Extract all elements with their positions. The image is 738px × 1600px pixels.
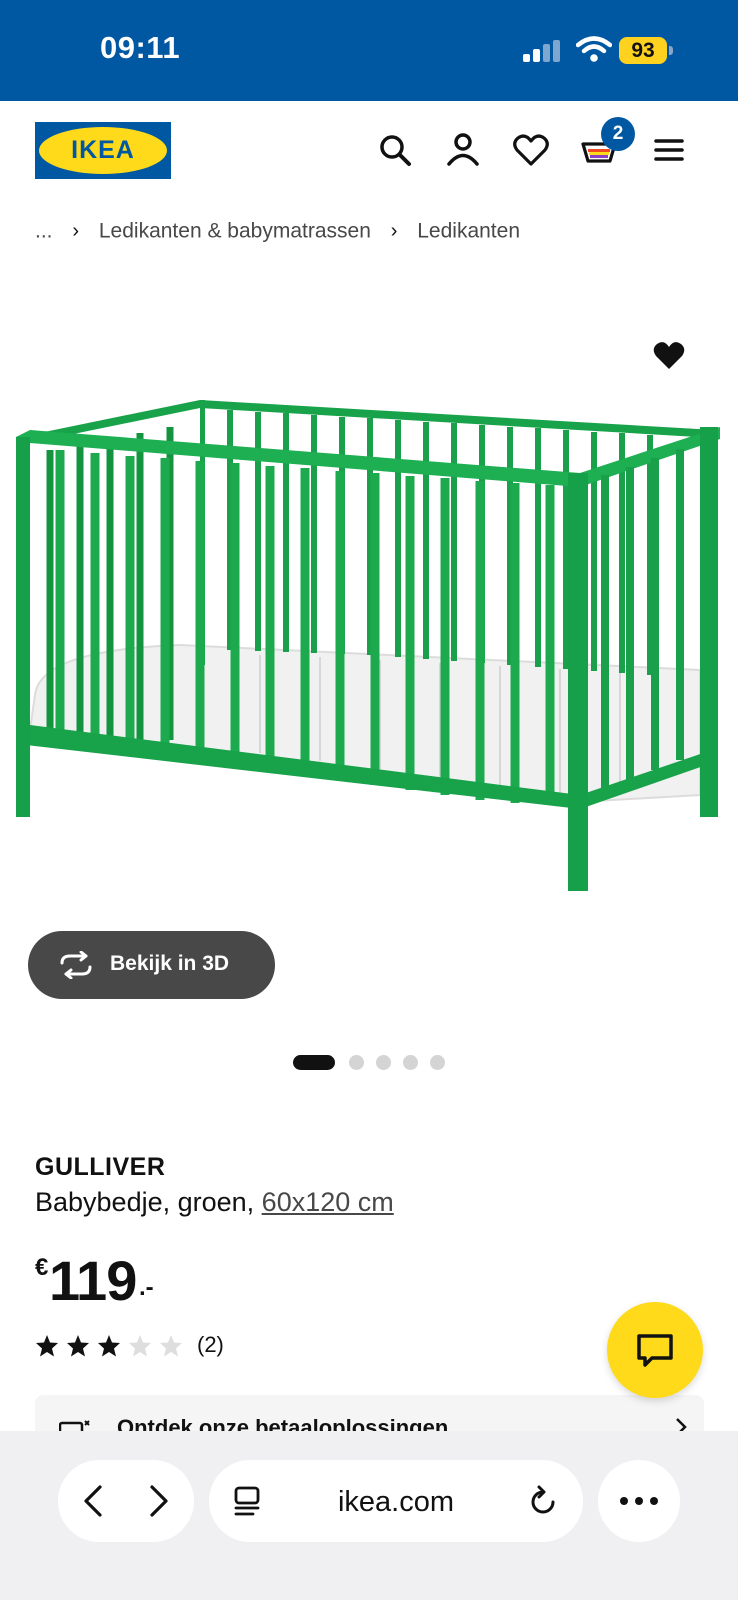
product-description-text: Babybedje, groen, [35,1187,262,1217]
product-name: GULLIVER [35,1153,166,1181]
payment-options-banner[interactable]: Ontdek onze betaaloplossingen [35,1395,704,1431]
more-button[interactable] [598,1460,680,1542]
star-empty-icon [129,1335,151,1357]
price-value: 119 [49,1249,137,1312]
carousel-dot[interactable] [349,1055,364,1070]
account-icon[interactable] [444,131,482,169]
product-image-crib[interactable] [0,395,738,915]
battery-indicator: 93 [619,37,673,64]
breadcrumb-ellipsis[interactable]: ... [35,219,53,242]
product-description: Babybedje, groen, 60x120 cm [35,1187,394,1218]
rotate-3d-icon [60,951,92,979]
star-filled-icon [98,1335,120,1357]
search-icon[interactable] [376,131,414,169]
reload-icon[interactable] [527,1484,559,1518]
review-count[interactable]: (2) [197,1332,224,1358]
logo-text: IKEA [71,136,135,164]
view-3d-button[interactable]: Bekijk in 3D [28,931,275,999]
browser-toolbar: ikea.com [0,1431,738,1600]
status-bar: 09:11 93 [0,0,738,101]
heart-icon[interactable] [512,131,550,169]
chat-bubble-icon [637,1334,673,1367]
star-filled-icon [36,1335,58,1357]
forward-icon[interactable] [146,1484,172,1518]
chevron-right-icon: › [72,219,80,242]
chevron-right-icon [676,1418,687,1431]
browser-nav-group [58,1460,194,1542]
star-filled-icon [67,1335,89,1357]
battery-tip [669,46,673,55]
more-dots-icon [620,1497,658,1505]
carousel-dot-active[interactable] [293,1055,335,1070]
breadcrumb-item-babymatrassen[interactable]: Ledikanten & babymatrassen [99,219,371,242]
url-bar[interactable]: ikea.com [209,1460,583,1542]
carousel-dot[interactable] [403,1055,418,1070]
chevron-right-icon: › [390,219,398,242]
carousel-dot[interactable] [376,1055,391,1070]
payment-icon [59,1420,90,1431]
price-currency: € [35,1254,49,1281]
favorite-heart-icon[interactable] [652,339,686,373]
view-3d-label: Bekijk in 3D [110,952,230,975]
cart-count-badge: 2 [601,117,635,151]
product-size-link[interactable]: 60x120 cm [262,1187,394,1217]
breadcrumb: ... › Ledikanten & babymatrassen › Ledik… [35,219,520,243]
chat-button[interactable] [607,1302,703,1398]
status-time: 09:11 [100,30,181,65]
signal-icon [523,40,560,62]
carousel-dot[interactable] [430,1055,445,1070]
ikea-logo[interactable]: IKEA [35,122,171,179]
star-empty-icon [160,1335,182,1357]
payment-options-text: Ontdek onze betaaloplossingen [117,1415,449,1431]
menu-icon[interactable] [650,131,688,169]
back-icon[interactable] [80,1484,106,1518]
breadcrumb-item-ledikanten[interactable]: Ledikanten [417,219,520,242]
price-suffix: .- [139,1274,154,1301]
battery-level: 93 [619,37,667,64]
wifi-icon [576,36,612,62]
